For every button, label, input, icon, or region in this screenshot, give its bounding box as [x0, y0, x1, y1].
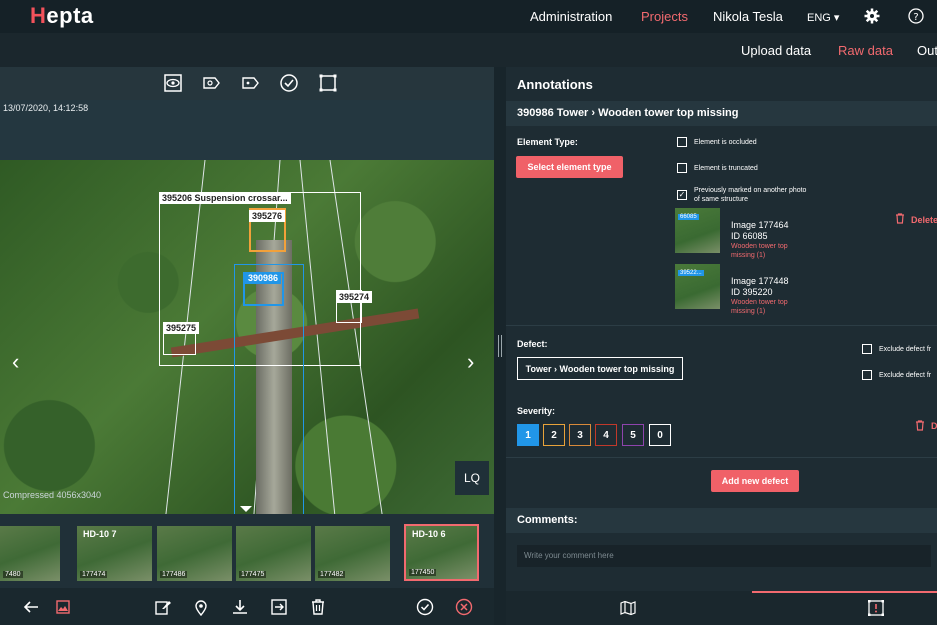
- exclude-defect-label: Exclude defect fr: [879, 346, 932, 353]
- next-image-arrow-icon[interactable]: ›: [467, 349, 474, 375]
- severity-label: Severity:: [517, 406, 556, 416]
- approve-check-icon[interactable]: [416, 598, 434, 616]
- nav-administration[interactable]: Administration: [530, 9, 612, 24]
- reject-x-icon[interactable]: [455, 598, 473, 616]
- back-arrow-icon[interactable]: [22, 598, 40, 616]
- annotation-alert-icon[interactable]: [867, 599, 885, 617]
- related-image-title: Image 177464: [731, 220, 789, 230]
- nav-language[interactable]: ENG ▾: [807, 11, 839, 24]
- help-icon[interactable]: ?: [908, 8, 924, 24]
- severity-2-button[interactable]: 2: [543, 424, 565, 446]
- related-image-title: Image 177448: [731, 276, 789, 286]
- trash-icon[interactable]: [895, 213, 905, 224]
- gear-icon[interactable]: [864, 8, 880, 24]
- occluded-label: Element is occluded: [694, 139, 757, 146]
- photo-timestamp: 13/07/2020, 14:12:58: [3, 103, 89, 113]
- bounding-box-icon[interactable]: [318, 73, 338, 93]
- download-icon[interactable]: [231, 598, 249, 616]
- truncated-checkbox[interactable]: [677, 163, 687, 173]
- related-image-thumbnail[interactable]: 39522...: [675, 264, 720, 309]
- nav-user[interactable]: Nikola Tesla: [713, 9, 783, 24]
- trash-icon[interactable]: [915, 420, 925, 431]
- panel-bottom-bar: [506, 591, 937, 625]
- edit-icon[interactable]: [154, 598, 172, 616]
- image-icon[interactable]: [54, 598, 72, 616]
- exclude-defect-checkbox[interactable]: [862, 370, 872, 380]
- tag-eye-icon[interactable]: [201, 73, 221, 93]
- trash-icon[interactable]: [309, 598, 327, 616]
- comments-header: Comments:: [506, 508, 937, 533]
- defect-value-button[interactable]: Tower › Wooden tower top missing: [517, 357, 683, 380]
- element-type-label: Element Type:: [517, 137, 578, 147]
- active-tab-indicator: [752, 591, 937, 593]
- panel-title: Annotations: [517, 77, 593, 92]
- comment-input[interactable]: Write your comment here: [517, 545, 931, 567]
- delete-defect-button[interactable]: D: [931, 421, 937, 431]
- annotation-label-395274: 395274: [336, 291, 373, 303]
- annotations-panel: Annotations 390986 Tower › Wooden tower …: [506, 67, 937, 625]
- thumbnail[interactable]: HD-10 7 177474: [77, 526, 152, 581]
- severity-4-button[interactable]: 4: [595, 424, 617, 446]
- annotation-label-395275: 395275: [163, 322, 200, 334]
- quality-toggle[interactable]: LQ: [455, 461, 489, 495]
- annotation-breadcrumb: 390986 Tower › Wooden tower top missing: [506, 101, 937, 126]
- thumbnail-selected[interactable]: HD-10 6 177450: [404, 524, 479, 581]
- viewer-toolbar: [0, 67, 497, 100]
- thumbnail[interactable]: 177475: [236, 526, 311, 581]
- caret-down-icon: ▾: [833, 12, 840, 24]
- section-divider: [506, 457, 937, 458]
- related-image-thumbnail[interactable]: 66085: [675, 208, 720, 253]
- compression-info: Compressed 4056x3040: [3, 490, 102, 500]
- related-image-defect: Wooden tower top missing (1): [731, 243, 788, 259]
- select-element-type-button[interactable]: Select element type: [516, 156, 623, 178]
- hepta-logo[interactable]: Hepta: [30, 3, 94, 29]
- location-pin-icon[interactable]: [192, 598, 210, 616]
- top-bar: Hepta Administration Projects Nikola Tes…: [0, 0, 937, 33]
- annotation-label-390986: 390986: [245, 272, 282, 284]
- export-icon[interactable]: [270, 598, 288, 616]
- tag-icon[interactable]: [240, 73, 260, 93]
- section-divider: [506, 325, 937, 326]
- check-circle-icon[interactable]: [279, 73, 299, 93]
- previously-marked-label: Previously marked on another photo of sa…: [694, 187, 807, 203]
- related-image-defect: Wooden tower top missing (1): [731, 299, 788, 315]
- add-new-defect-button[interactable]: Add new defect: [711, 470, 799, 492]
- map-icon[interactable]: [620, 600, 636, 616]
- thumbnail[interactable]: 177482: [315, 526, 390, 581]
- severity-3-button[interactable]: 3: [569, 424, 591, 446]
- occluded-checkbox[interactable]: [677, 137, 687, 147]
- svg-text:?: ?: [913, 12, 918, 23]
- related-image-id: ID 66085: [731, 231, 768, 241]
- subnav-raw-data[interactable]: Raw data: [838, 43, 893, 58]
- panel-splitter[interactable]: [494, 67, 506, 625]
- subnav-upload-data[interactable]: Upload data: [741, 43, 811, 58]
- severity-1-button[interactable]: 1: [517, 424, 539, 446]
- defect-label: Defect:: [517, 339, 548, 349]
- severity-5-button[interactable]: 5: [622, 424, 644, 446]
- previously-marked-checkbox[interactable]: ✓: [677, 190, 687, 200]
- strip-collapse-icon[interactable]: [240, 506, 252, 512]
- exclude-defect-checkbox[interactable]: [862, 344, 872, 354]
- related-image-id: ID 395220: [731, 287, 773, 297]
- annotation-label-395276: 395276: [249, 210, 286, 222]
- annotation-label-395206: 395206 Suspension crossar...: [159, 192, 291, 204]
- prev-image-arrow-icon[interactable]: ‹: [12, 349, 19, 375]
- severity-0-button[interactable]: 0: [649, 424, 671, 446]
- nav-projects[interactable]: Projects: [641, 9, 688, 24]
- delete-element-button[interactable]: Delete: [911, 215, 937, 225]
- subnav-out[interactable]: Out: [917, 43, 937, 58]
- thumbnail[interactable]: 7480: [0, 526, 60, 581]
- thumbnail[interactable]: 177486: [157, 526, 232, 581]
- exclude-defect-label: Exclude defect fr: [879, 372, 932, 379]
- truncated-label: Element is truncated: [694, 165, 758, 172]
- sub-nav: Upload data Raw data Out: [0, 33, 937, 67]
- eye-icon[interactable]: [163, 73, 183, 93]
